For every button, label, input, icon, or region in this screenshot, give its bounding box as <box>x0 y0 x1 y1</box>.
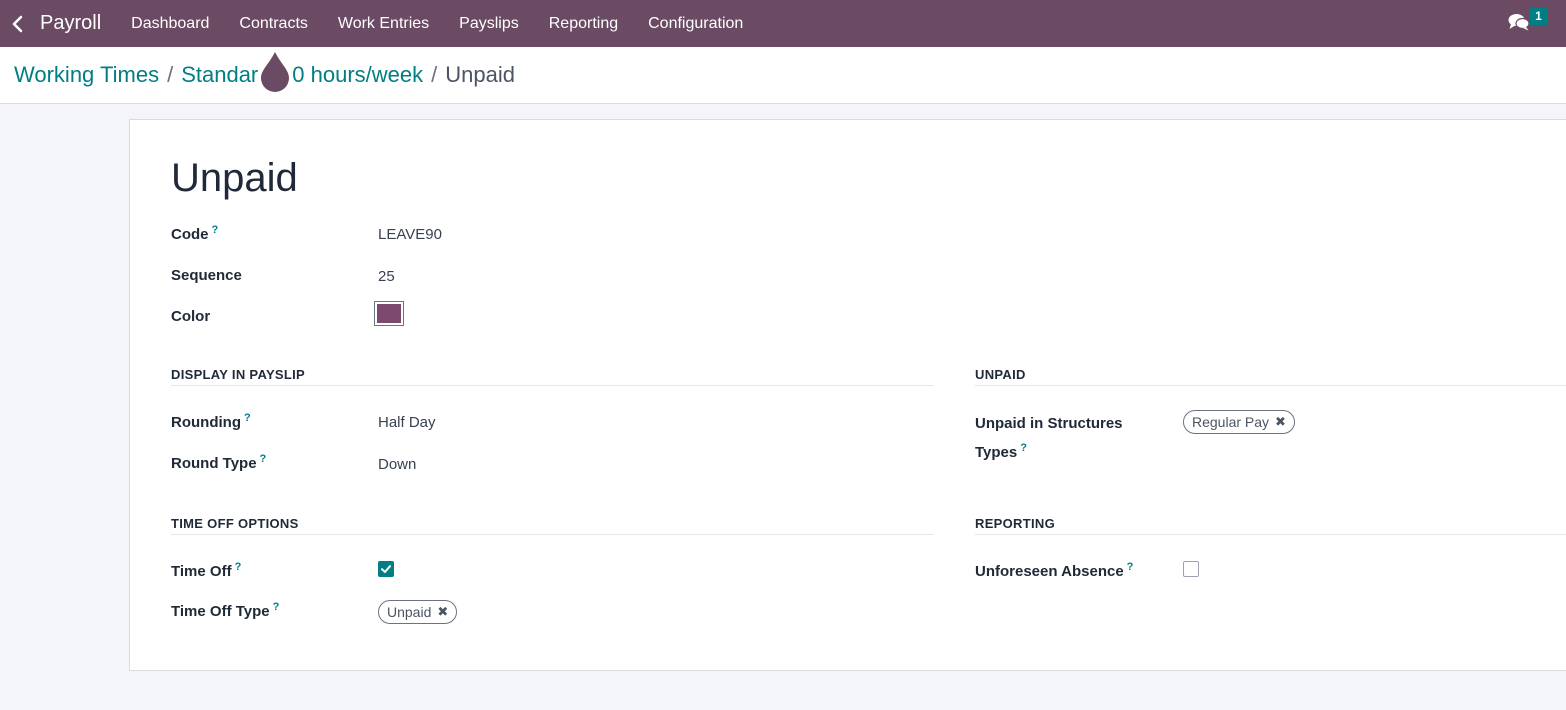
code-label: Code? <box>171 224 218 243</box>
time-off-type-label: Time Off Type? <box>171 601 279 620</box>
sequence-label: Sequence <box>171 267 242 284</box>
group-divider <box>975 385 1566 386</box>
unpaid-structures-label: Unpaid in Structures Types? <box>975 412 1123 465</box>
breadcrumb-standard-hours[interactable]: Standar 0 hours/week <box>181 62 423 88</box>
rounding-label: Rounding? <box>171 412 251 431</box>
top-navbar: Payroll Dashboard Contracts Work Entries… <box>0 0 1566 47</box>
breadcrumb-separator: / <box>431 62 438 87</box>
sequence-field[interactable]: 25 <box>378 268 395 285</box>
round-type-select[interactable]: Down <box>378 456 416 473</box>
time-off-help-icon[interactable]: ? <box>235 561 242 573</box>
menu-configuration[interactable]: Configuration <box>633 0 758 47</box>
back-button[interactable] <box>2 0 32 47</box>
tag-unpaid: Unpaid ✖ <box>378 600 458 624</box>
group-reporting: REPORTING <box>975 516 1055 531</box>
round-type-label: Round Type? <box>171 453 266 472</box>
menu-work-entries[interactable]: Work Entries <box>323 0 444 47</box>
form-sheet: Unpaid Code? LEAVE90 Sequence 25 Color D… <box>129 119 1566 671</box>
unpaid-structures-label-line2: Types <box>975 444 1018 461</box>
menu-dashboard[interactable]: Dashboard <box>116 0 224 47</box>
breadcrumb-working-times[interactable]: Working Times <box>14 62 159 88</box>
group-divider <box>171 534 934 535</box>
group-divider <box>171 385 934 386</box>
color-picker[interactable] <box>374 301 404 326</box>
chat-badge: 1 <box>1529 8 1548 25</box>
drop-cursor-icon <box>261 52 289 92</box>
app-title[interactable]: Payroll <box>40 12 101 35</box>
color-swatch-fill <box>377 304 401 323</box>
code-help-icon[interactable]: ? <box>212 224 219 236</box>
time-off-type-help-icon[interactable]: ? <box>273 601 280 613</box>
unforeseen-absence-help-icon[interactable]: ? <box>1127 561 1134 573</box>
time-off-type-label-text: Time Off Type <box>171 603 270 620</box>
group-display-in-payslip: DISPLAY IN PAYSLIP <box>171 367 306 382</box>
unpaid-structures-label-line1: Unpaid in Structures <box>975 415 1123 432</box>
unforeseen-absence-label: Unforeseen Absence? <box>975 561 1133 580</box>
breadcrumb-standard-left: Standar <box>181 62 259 87</box>
unforeseen-absence-checkbox[interactable] <box>1183 561 1199 577</box>
breadcrumb-standard-right: 0 hours/week <box>292 62 424 87</box>
main-menu: Dashboard Contracts Work Entries Payslip… <box>116 0 758 47</box>
chat-bubbles-icon <box>1508 14 1530 31</box>
tag-remove-icon[interactable]: ✖ <box>1275 414 1286 430</box>
time-off-label: Time Off? <box>171 561 241 580</box>
round-type-help-icon[interactable]: ? <box>260 453 267 465</box>
rounding-label-text: Rounding <box>171 414 241 431</box>
rounding-select[interactable]: Half Day <box>378 414 436 431</box>
time-off-label-text: Time Off <box>171 563 232 580</box>
tag-label: Regular Pay <box>1192 414 1270 430</box>
checkmark-icon <box>381 565 391 573</box>
breadcrumb-separator: / <box>167 62 174 87</box>
messaging-button[interactable]: 1 <box>1508 8 1548 36</box>
menu-contracts[interactable]: Contracts <box>224 0 322 47</box>
breadcrumb: Working Times / Standar 0 hours/week / Un… <box>0 47 1566 104</box>
tag-regular-pay: Regular Pay ✖ <box>1183 410 1295 434</box>
rounding-help-icon[interactable]: ? <box>244 412 251 424</box>
chevron-left-icon <box>12 15 23 32</box>
color-label: Color <box>171 308 211 325</box>
menu-reporting[interactable]: Reporting <box>534 0 633 47</box>
tag-remove-icon[interactable]: ✖ <box>437 604 448 620</box>
unforeseen-absence-label-text: Unforeseen Absence <box>975 563 1124 580</box>
unpaid-structures-help-icon[interactable]: ? <box>1020 442 1027 454</box>
code-field[interactable]: LEAVE90 <box>378 226 442 243</box>
code-label-text: Code <box>171 226 209 243</box>
menu-payslips[interactable]: Payslips <box>444 0 534 47</box>
tag-label: Unpaid <box>387 604 432 620</box>
round-type-label-text: Round Type <box>171 455 257 472</box>
breadcrumb-current: Unpaid <box>445 62 515 87</box>
record-title[interactable]: Unpaid <box>171 156 298 201</box>
group-unpaid: UNPAID <box>975 367 1026 382</box>
time-off-checkbox[interactable] <box>378 561 394 577</box>
group-time-off-options: TIME OFF OPTIONS <box>171 516 299 531</box>
group-divider <box>975 534 1566 535</box>
